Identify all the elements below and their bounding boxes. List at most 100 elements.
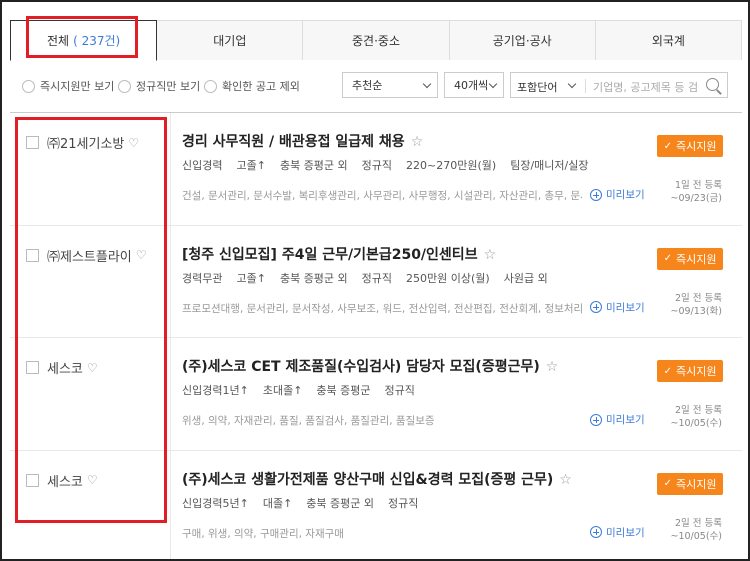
plus-circle-icon (590, 301, 602, 313)
tab-large-company[interactable]: 대기업 (157, 20, 304, 60)
chevron-down-icon (422, 79, 432, 89)
tab-public[interactable]: 공기업·공사 (449, 20, 596, 60)
job-meta: 경력무관 고졸↑ 충북 증평군 외 정규직 250만원 이상(월) 사원급 외 (182, 270, 562, 286)
job-title[interactable]: (주)세스코 생활가전제품 양산구매 신입&경력 모집(증평 근무) ☆ (182, 469, 572, 489)
star-icon[interactable]: ☆ (411, 134, 424, 150)
star-icon[interactable]: ☆ (559, 472, 572, 488)
company-name[interactable]: 세스코 (47, 471, 83, 490)
meta-location: 충북 증평군 외 (279, 271, 348, 285)
preview-link[interactable]: 미리보기 (590, 300, 645, 315)
job-title-text: 경리 사무직원 / 배관용접 일급제 채용 (182, 134, 405, 150)
meta-education: 고졸↑ (236, 159, 266, 172)
heart-icon[interactable]: ♡ (87, 473, 98, 487)
divider (170, 225, 171, 337)
apply-button[interactable]: ✓ 즉시지원 (657, 360, 723, 382)
registered-date: 2일 전 등록 (674, 405, 722, 416)
tab-foreign[interactable]: 외국계 (595, 20, 743, 60)
divider (170, 338, 171, 450)
search-icon[interactable] (706, 78, 719, 91)
job-title[interactable]: 경리 사무직원 / 배관용접 일급제 채용 ☆ (182, 131, 423, 151)
tab-label: 외국계 (651, 34, 685, 48)
meta-career: 신입경력 (182, 159, 223, 172)
star-icon[interactable]: ☆ (546, 359, 559, 375)
star-icon[interactable]: ☆ (484, 247, 497, 263)
apply-label: 즉시지원 (675, 252, 717, 266)
job-tags: 위생, 의약, 자재관리, 품질, 품질검사, 품질관리, 품질보증 (182, 415, 435, 427)
heart-icon[interactable]: ♡ (87, 361, 98, 375)
apply-button[interactable]: ✓ 즉시지원 (657, 472, 723, 495)
chevron-down-icon (488, 79, 498, 89)
radio-apply-only[interactable]: 즉시지원만 보기 (22, 78, 114, 94)
search-box: 포함단어 기업명, 공고제목 등 검색 (510, 72, 728, 98)
company-name[interactable]: ㈜21세기소방 (47, 133, 124, 152)
search-scope-select[interactable]: 포함단어 (517, 79, 557, 95)
post-date: 1일 전 등록 ~09/23(금) (671, 179, 723, 205)
row-checkbox[interactable] (26, 248, 39, 262)
tab-all[interactable]: 전체 ( 237건) (10, 20, 158, 61)
post-date: 2일 전 등록 ~10/05(수) (671, 517, 723, 543)
apply-button[interactable]: ✓ 즉시지원 (657, 135, 723, 157)
heart-icon[interactable]: ♡ (128, 136, 139, 150)
radio-regular-only[interactable]: 정규직만 보기 (118, 78, 200, 94)
meta-education: 대졸↑ (262, 496, 293, 510)
heart-icon[interactable]: ♡ (136, 248, 147, 262)
deadline-date: ~10/05(수) (670, 418, 723, 429)
preview-link[interactable]: 미리보기 (590, 412, 645, 427)
meta-career: 신입경력5년↑ (182, 496, 249, 510)
meta-salary: 220~270만원(월) (406, 159, 497, 172)
radio-circle (22, 79, 35, 93)
job-meta: 신입경력1년↑ 초대졸↑ 충북 증평군 정규직 (182, 382, 429, 398)
deadline-date: ~09/13(화) (670, 305, 723, 317)
meta-location: 충북 증평군 외 (279, 159, 348, 172)
company-cell: 세스코 ♡ (26, 471, 98, 490)
check-icon: ✓ (663, 478, 672, 489)
company-cell: ㈜제스트플라이 ♡ (26, 246, 147, 265)
divider (585, 79, 586, 93)
radio-circle (118, 79, 131, 93)
meta-career: 신입경력1년↑ (182, 384, 249, 397)
tab-mid-small[interactable]: 중견·중소 (303, 20, 450, 60)
job-tags: 구매, 위생, 의약, 구매관리, 자재구매 (182, 527, 344, 540)
meta-salary: 250만원 이상(월) (406, 271, 490, 285)
preview-label: 미리보기 (606, 189, 645, 201)
radio-exclude-viewed[interactable]: 확인한 공고 제외 (204, 78, 300, 94)
check-icon: ✓ (663, 365, 672, 377)
row-checkbox[interactable] (26, 361, 39, 374)
job-title[interactable]: (주)세스코 CET 제조품질(수입검사) 담당자 모집(증평근무) ☆ (182, 356, 558, 376)
per-page-select[interactable]: 40개씩 (444, 72, 504, 98)
preview-label: 미리보기 (606, 526, 645, 539)
job-tags: 건설, 문서관리, 문서수발, 복리후생관리, 사무관리, 사무행정, 시설관리… (182, 190, 582, 202)
meta-type: 정규직 (361, 271, 393, 285)
preview-link[interactable]: 미리보기 (590, 187, 645, 202)
company-name[interactable]: ㈜제스트플라이 (47, 246, 132, 265)
preview-label: 미리보기 (606, 414, 645, 426)
radio-label: 정규직만 보기 (136, 80, 201, 93)
tab-label: 전체 (46, 34, 70, 48)
apply-button[interactable]: ✓ 즉시지원 (657, 247, 723, 270)
meta-education: 고졸↑ (236, 271, 266, 285)
row-checkbox[interactable] (26, 136, 39, 149)
job-list: ㈜21세기소방 ♡ 경리 사무직원 / 배관용접 일급제 채용 ☆ 신입경력 고졸↑… (10, 112, 742, 559)
meta-type: 정규직 (388, 496, 419, 510)
job-title[interactable]: [청주 신입모집] 주4일 근무/기본급250/인센티브 ☆ (182, 244, 496, 264)
job-meta: 신입경력 고졸↑ 충북 증평군 외 정규직 220~270만원(월) 팀장/매니저/실장 (182, 157, 602, 173)
plus-circle-icon (590, 526, 602, 538)
search-input[interactable]: 기업명, 공고제목 등 검색 (593, 79, 699, 95)
row-checkbox[interactable] (26, 473, 39, 487)
job-title-text: (주)세스코 CET 제조품질(수입검사) 담당자 모집(증평근무) (182, 359, 540, 375)
job-row: 세스코 ♡ (주)세스코 CET 제조품질(수입검사) 담당자 모집(증평근무)… (10, 337, 742, 450)
preview-link[interactable]: 미리보기 (590, 525, 645, 540)
sort-select[interactable]: 추천순 (342, 72, 438, 98)
tab-count: ( 237건) (73, 34, 121, 48)
company-cell: 세스코 ♡ (26, 358, 98, 377)
job-row: ㈜21세기소방 ♡ 경리 사무직원 / 배관용접 일급제 채용 ☆ 신입경력 고졸↑… (10, 112, 742, 225)
deadline-date: ~09/23(금) (670, 193, 723, 204)
plus-circle-icon (590, 188, 602, 201)
chevron-down-icon (567, 79, 577, 89)
post-date: 2일 전 등록 ~09/13(화) (671, 292, 723, 318)
company-name[interactable]: 세스코 (47, 358, 83, 377)
meta-type: 정규직 (384, 384, 415, 397)
preview-label: 미리보기 (606, 301, 645, 314)
radio-circle (204, 79, 217, 93)
category-tabs: 전체 ( 237건) 대기업 중견·중소 공기업·공사 외국계 (10, 20, 743, 61)
